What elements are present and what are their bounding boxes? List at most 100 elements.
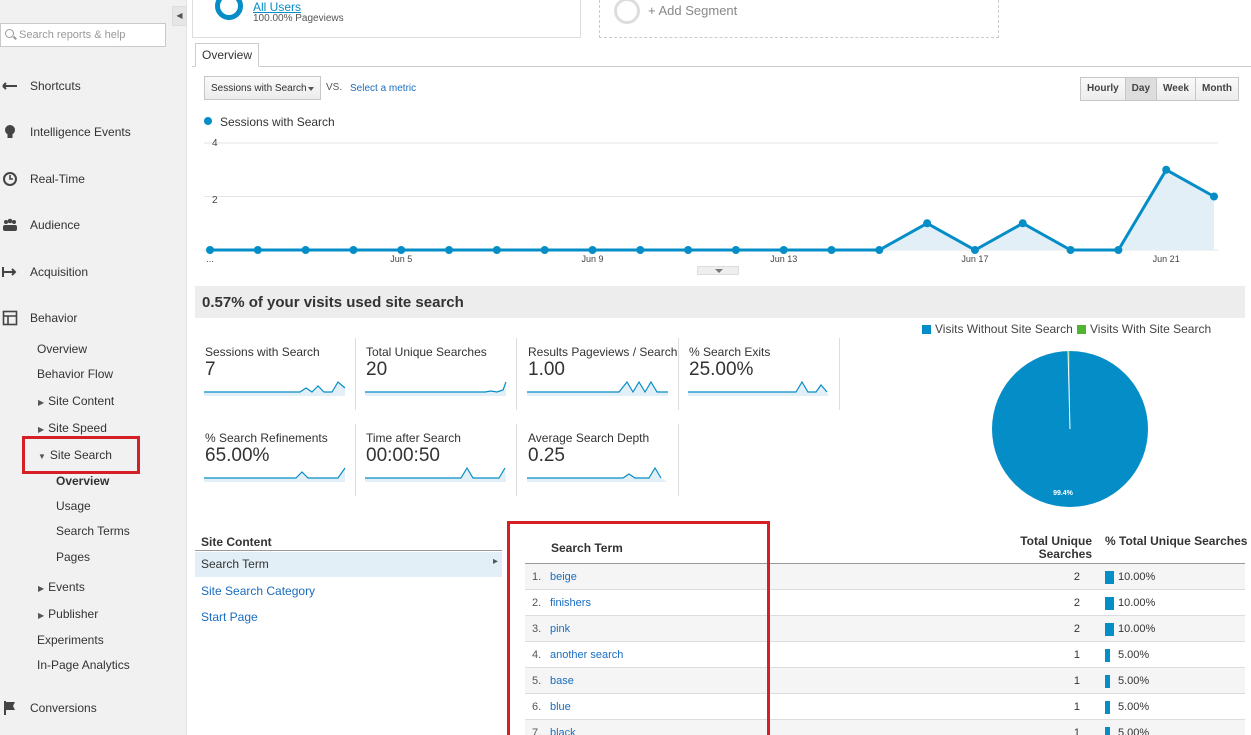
column-header-pct-total[interactable]: % Total Unique Searches bbox=[1105, 535, 1247, 548]
site-search-pie-chart: 99.4% bbox=[992, 350, 1148, 507]
metric-tile[interactable]: % Search Exits 25.00% bbox=[680, 338, 840, 410]
metric-select[interactable]: Sessions with Search bbox=[204, 76, 321, 100]
sidebar-item-search-terms[interactable]: Search Terms bbox=[56, 524, 130, 542]
vs-label: VS. bbox=[326, 82, 343, 93]
data-point[interactable] bbox=[301, 246, 310, 254]
sidebar-item-events[interactable]: ▶ Events bbox=[38, 580, 85, 598]
sidebar-item-publisher[interactable]: ▶ Publisher bbox=[38, 607, 98, 625]
period-week-button[interactable]: Week bbox=[1156, 78, 1195, 100]
headline-bar: 0.57% of your visits used site search bbox=[195, 286, 1245, 318]
sidebar-item-audience[interactable]: Audience bbox=[0, 215, 187, 235]
sidebar-item-behavior-overview[interactable]: Overview bbox=[37, 342, 87, 360]
total-unique-searches: 2 bbox=[1073, 571, 1080, 583]
data-point[interactable] bbox=[970, 246, 979, 254]
pct-bar bbox=[1105, 675, 1110, 688]
data-point[interactable] bbox=[349, 246, 358, 254]
data-point[interactable] bbox=[540, 246, 549, 254]
data-point[interactable] bbox=[875, 246, 884, 254]
dimension-site-search-category[interactable]: Site Search Category bbox=[201, 584, 315, 598]
data-point[interactable] bbox=[206, 246, 214, 254]
data-point[interactable] bbox=[827, 246, 836, 254]
data-point[interactable] bbox=[253, 246, 262, 254]
metric-tile[interactable]: Time after Search 00:00:50 bbox=[357, 424, 517, 496]
data-point[interactable] bbox=[1162, 165, 1171, 174]
sidebar-item-label: In-Page Analytics bbox=[37, 658, 130, 672]
data-point[interactable] bbox=[1018, 219, 1027, 228]
pct-total: 5.00% bbox=[1118, 701, 1150, 713]
sidebar-item-site-content[interactable]: ▶ Site Content bbox=[38, 394, 114, 412]
period-button-group: Hourly Day Week Month bbox=[1080, 77, 1239, 101]
period-hourly-button[interactable]: Hourly bbox=[1081, 78, 1125, 100]
sidebar-item-label: Real-Time bbox=[30, 172, 85, 186]
metric-tile-label: Time after Search bbox=[366, 431, 461, 445]
segment-subtitle: 100.00% Pageviews bbox=[253, 13, 344, 24]
sidebar-item-behavior-flow[interactable]: Behavior Flow bbox=[37, 367, 113, 385]
data-point[interactable] bbox=[684, 246, 693, 254]
sidebar-item-experiments[interactable]: Experiments bbox=[37, 633, 104, 651]
people-icon bbox=[3, 218, 17, 231]
sidebar-item-label: Pages bbox=[56, 550, 91, 564]
pct-total: 5.00% bbox=[1118, 675, 1150, 687]
select-metric-link[interactable]: Select a metric bbox=[350, 83, 416, 94]
chevron-right-icon: ▸ bbox=[493, 556, 499, 567]
sessions-line-chart: 4 2... Jun 5 Jun 9 Jun 13 Jun 17 Jun 21 bbox=[204, 138, 1218, 264]
segment-name[interactable]: All Users bbox=[253, 0, 301, 14]
series-legend-label: Sessions with Search bbox=[220, 115, 335, 129]
metric-tile[interactable]: % Search Refinements 65.00% bbox=[196, 424, 356, 496]
data-point[interactable] bbox=[492, 246, 501, 254]
data-point[interactable] bbox=[397, 246, 406, 254]
dimension-start-page[interactable]: Start Page bbox=[201, 610, 258, 624]
period-day-button[interactable]: Day bbox=[1124, 78, 1157, 100]
x-tick-label: Jun 21 bbox=[1153, 254, 1180, 264]
chart-expand-handle[interactable] bbox=[697, 266, 739, 275]
metric-tile[interactable]: Average Search Depth 0.25 bbox=[519, 424, 679, 496]
data-point[interactable] bbox=[923, 219, 932, 228]
metric-tile[interactable]: Total Unique Searches 20 bbox=[357, 338, 517, 410]
metric-tile-label: Total Unique Searches bbox=[366, 345, 487, 359]
data-point[interactable] bbox=[1114, 246, 1123, 254]
metric-tile[interactable]: Sessions with Search 7 bbox=[196, 338, 356, 410]
sidebar-item-behavior[interactable]: Behavior bbox=[0, 308, 187, 328]
sidebar-item-real-time[interactable]: Real-Time bbox=[0, 169, 187, 189]
sidebar-item-in-page-analytics[interactable]: In-Page Analytics bbox=[37, 658, 130, 676]
pct-total: 5.00% bbox=[1118, 649, 1150, 661]
column-header-total-unique-searches[interactable]: Total Unique Searches bbox=[1007, 535, 1092, 561]
dimension-search-term[interactable]: Search Term ▸ bbox=[195, 552, 502, 577]
period-month-button[interactable]: Month bbox=[1194, 78, 1238, 100]
metric-tile-value: 25.00% bbox=[689, 359, 754, 380]
data-point[interactable] bbox=[1066, 246, 1075, 254]
pie-slice-label: 99.4% bbox=[1053, 490, 1074, 497]
sidebar-item-usage[interactable]: Usage bbox=[56, 499, 91, 517]
sidebar-item-acquisition[interactable]: Acquisition bbox=[0, 262, 187, 282]
metric-tile-value: 0.25 bbox=[528, 445, 565, 466]
caret-right-icon: ▶ bbox=[38, 611, 45, 620]
tab-overview[interactable]: Overview bbox=[195, 43, 259, 67]
dimension-label: Search Term bbox=[201, 557, 269, 571]
metric-tile-value: 20 bbox=[366, 359, 388, 380]
data-point[interactable] bbox=[779, 246, 788, 254]
total-unique-searches: 1 bbox=[1073, 701, 1080, 713]
metric-tile[interactable]: Results Pageviews / Search 1.00 bbox=[519, 338, 679, 410]
data-point[interactable] bbox=[588, 246, 597, 254]
data-point[interactable] bbox=[1210, 192, 1218, 201]
data-point[interactable] bbox=[636, 246, 645, 254]
total-unique-searches: 2 bbox=[1073, 597, 1080, 609]
data-point[interactable] bbox=[731, 246, 740, 254]
sidebar-item-label: Search Terms bbox=[56, 524, 130, 538]
data-point[interactable] bbox=[445, 246, 454, 254]
sidebar-item-site-search-overview[interactable]: Overview bbox=[56, 474, 109, 492]
sidebar-item-pages[interactable]: Pages bbox=[56, 550, 90, 568]
add-segment-button[interactable]: + Add Segment bbox=[599, 0, 999, 38]
sidebar-item-conversions[interactable]: Conversions bbox=[0, 698, 187, 718]
x-tick-label: Jun 13 bbox=[770, 254, 797, 264]
segment-card[interactable]: All Users 100.00% Pageviews bbox=[192, 0, 581, 38]
search-input[interactable] bbox=[19, 27, 159, 43]
sparkline bbox=[204, 467, 346, 482]
sidebar-item-label: Site Content bbox=[48, 394, 115, 408]
sidebar-item-label: Events bbox=[48, 580, 85, 594]
sidebar-item-intelligence-events[interactable]: Intelligence Events bbox=[0, 122, 187, 142]
sparkline bbox=[688, 380, 829, 396]
highlight-box-site-search bbox=[22, 436, 140, 474]
sidebar-item-shortcuts[interactable]: Shortcuts bbox=[0, 76, 187, 96]
collapse-sidebar-button[interactable]: ◀ bbox=[172, 6, 187, 26]
